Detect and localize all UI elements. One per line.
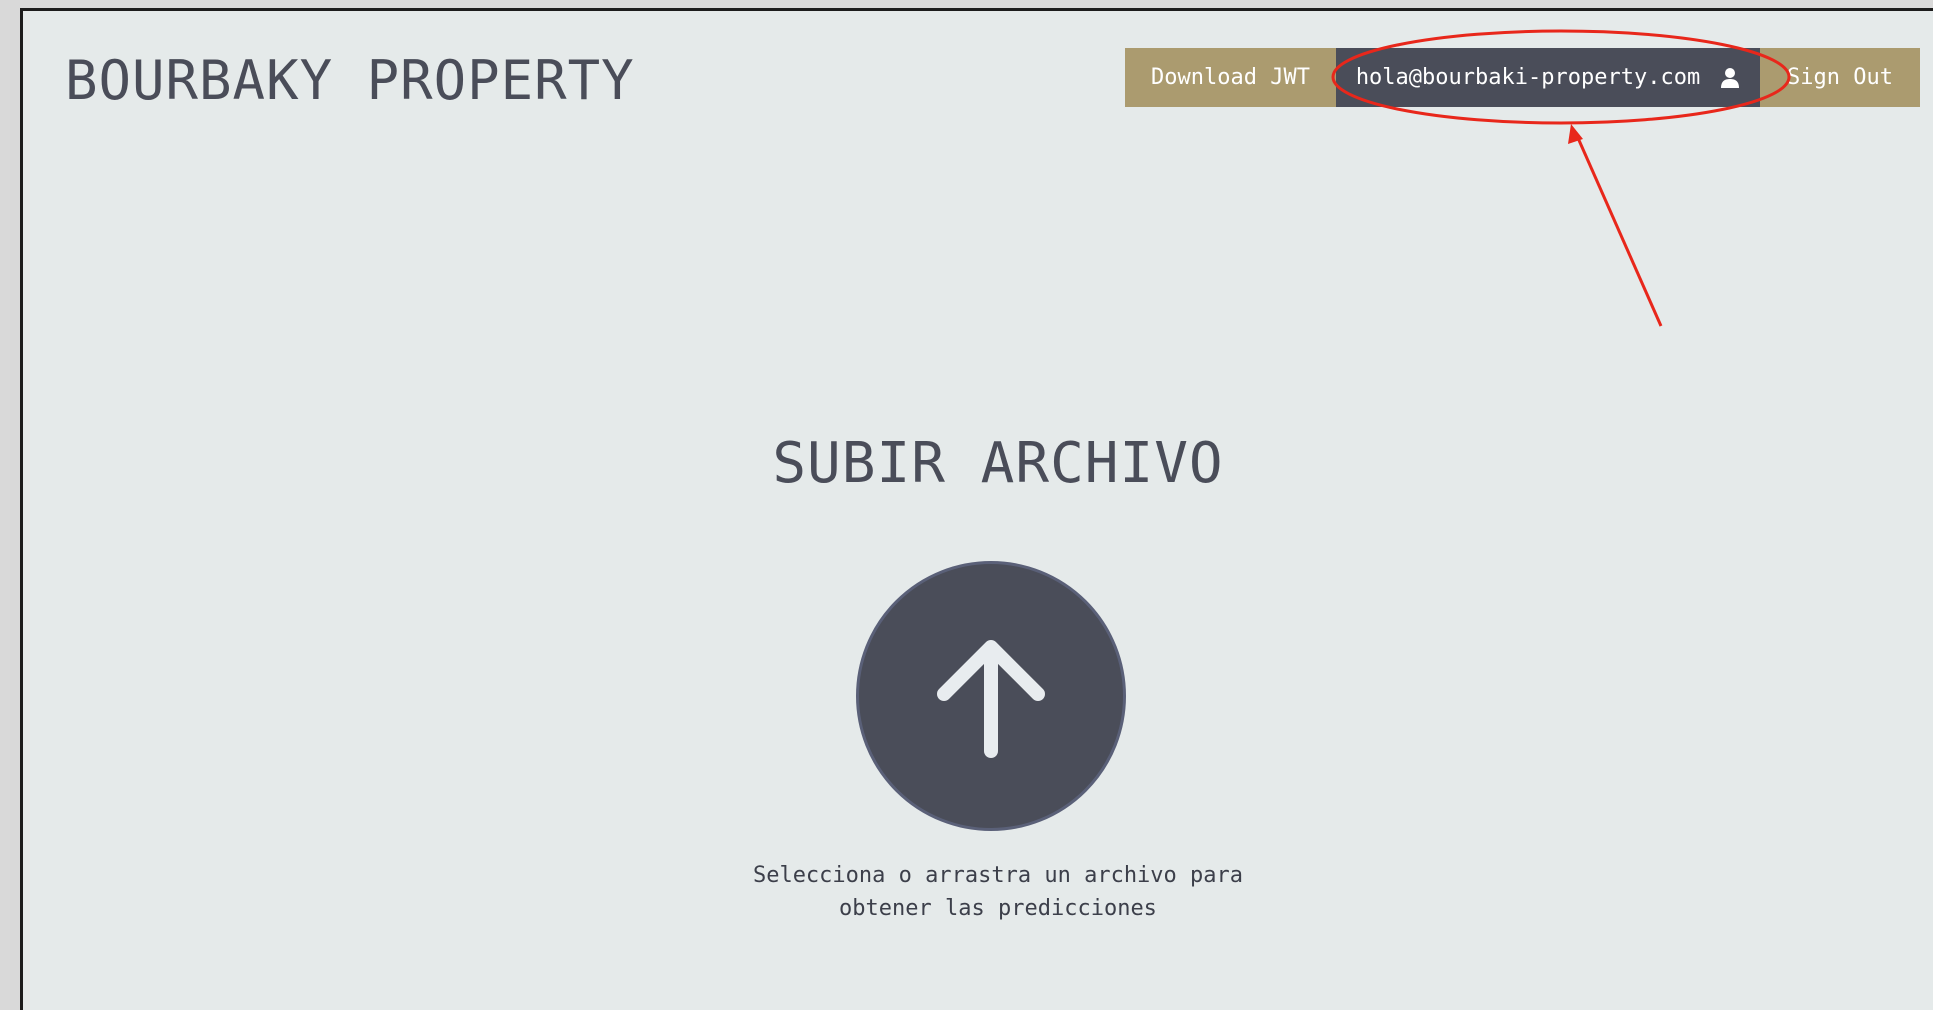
upload-hint-line-1: Selecciona o arrastra un archivo para — [752, 863, 1244, 888]
user-account-button[interactable]: hola@bourbaki-property.com — [1336, 48, 1760, 107]
page-title: SUBIR ARCHIVO — [772, 431, 1224, 496]
upload-hint: Selecciona o arrastra un archivo para ob… — [23, 859, 1933, 925]
top-nav: Download JWT hola@bourbaki-property.com … — [1125, 48, 1920, 107]
upload-button[interactable] — [856, 561, 1126, 831]
app-window: BOURBAKY PROPERTY Download JWT hola@bour… — [20, 8, 1933, 1010]
upload-hint-line-2: obtener las predicciones — [839, 896, 1157, 921]
arrow-up-icon — [937, 640, 1045, 758]
user-email: hola@bourbaki-property.com — [1355, 65, 1701, 90]
sign-out-button[interactable]: Sign Out — [1760, 48, 1920, 107]
logo[interactable]: BOURBAKY PROPERTY — [65, 49, 635, 112]
download-jwt-button[interactable]: Download JWT — [1125, 48, 1336, 107]
person-icon — [1721, 67, 1740, 88]
